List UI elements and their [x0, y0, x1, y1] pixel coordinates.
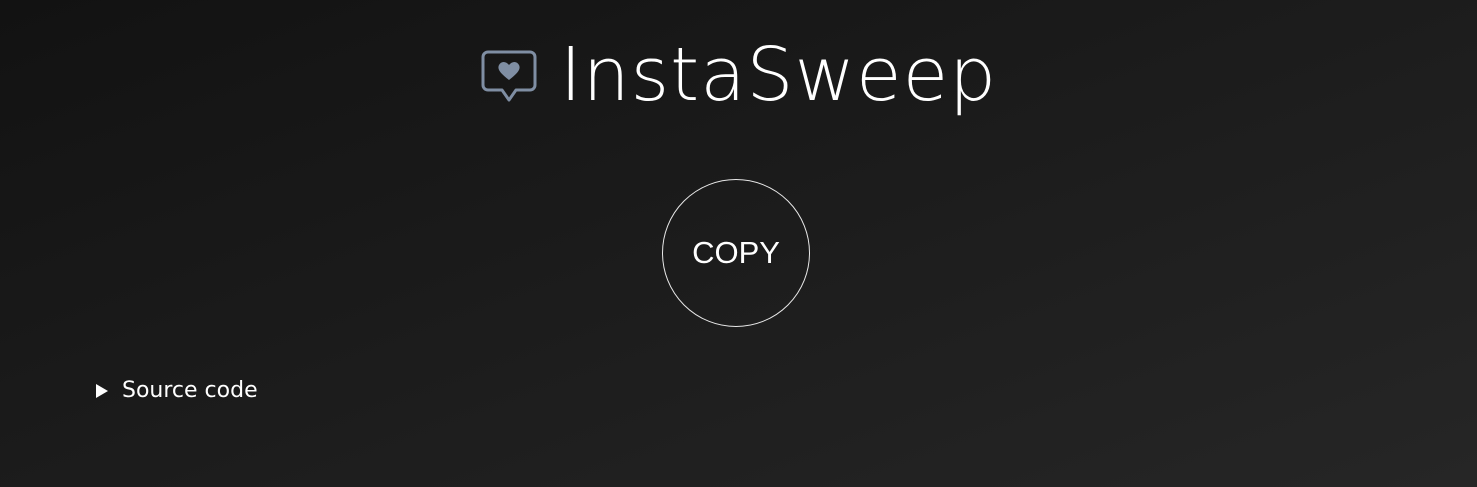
copy-button[interactable]: COPY — [662, 179, 810, 327]
heart-speech-bubble-icon — [480, 48, 538, 106]
source-code-toggle[interactable]: Source code — [96, 378, 258, 403]
app-title: InstaSweep — [559, 32, 998, 118]
source-code-label: Source code — [122, 378, 258, 403]
header: InstaSweep — [0, 38, 1477, 112]
disclosure-triangle-icon — [96, 383, 108, 398]
logo: InstaSweep — [480, 38, 997, 112]
